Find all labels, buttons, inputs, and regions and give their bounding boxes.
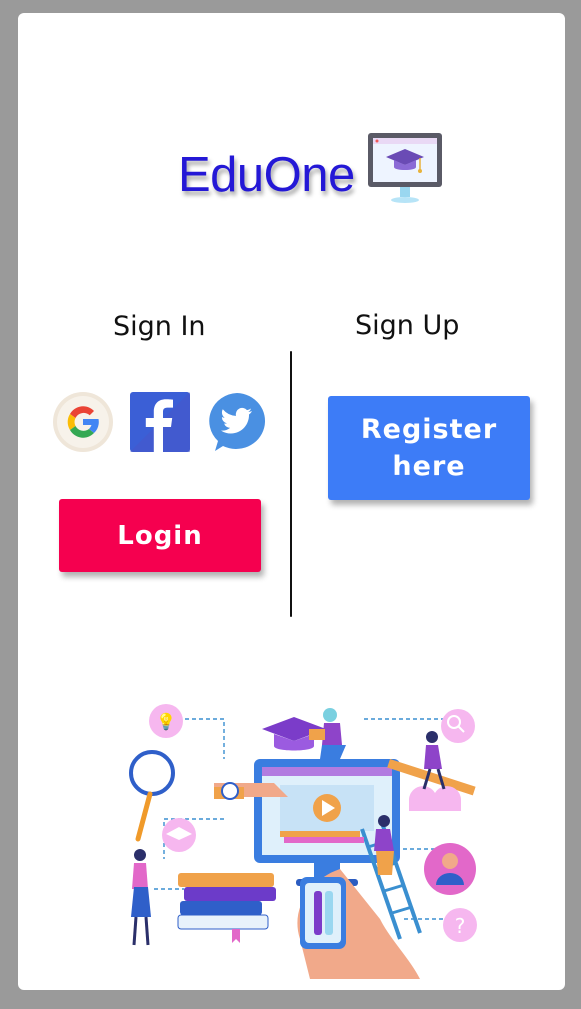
app-logo-text: EduOne (178, 148, 355, 202)
graduation-monitor-icon (368, 133, 442, 203)
app-logo: EduOne (178, 125, 468, 225)
twitter-icon[interactable] (206, 391, 268, 453)
sign-up-title: Sign Up (355, 310, 460, 341)
section-divider (290, 351, 292, 617)
facebook-icon[interactable] (129, 391, 191, 453)
e-learning-illustration: 💡 ? (129, 704, 477, 979)
sign-in-title: Sign In (113, 311, 206, 342)
svg-text:?: ? (455, 914, 466, 938)
google-icon[interactable] (52, 391, 114, 453)
login-button[interactable]: Login (59, 499, 261, 572)
register-button[interactable]: Register here (328, 396, 530, 500)
main-card: EduOne Sign In Sign Up Login Register he… (18, 13, 565, 990)
svg-text:💡: 💡 (156, 712, 176, 731)
